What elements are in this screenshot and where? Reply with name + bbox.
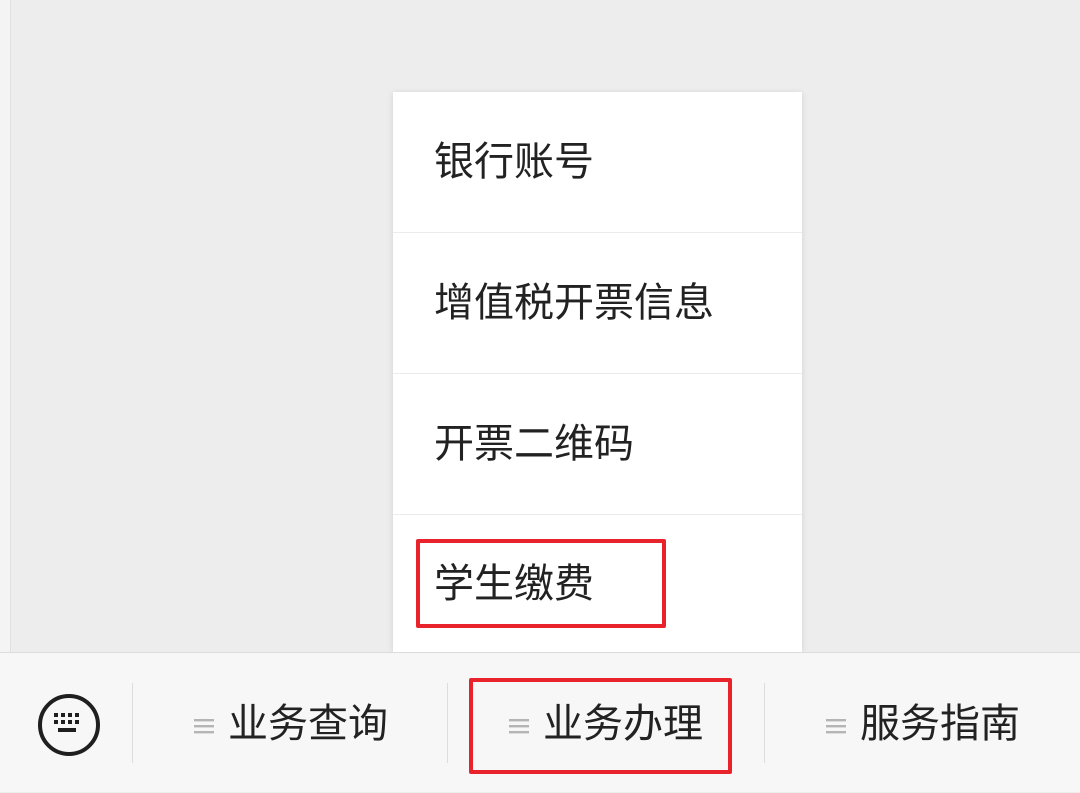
keyboard-icon — [54, 713, 79, 732]
bottom-menu-bar: 业务查询 业务办理 服务指南 — [0, 652, 1080, 792]
menu-item-label: 银行账号 — [434, 139, 594, 185]
tab-divider — [764, 683, 765, 763]
left-edge — [0, 0, 11, 652]
tab-label: 服务指南 — [860, 701, 1020, 747]
menu-item-label: 增值税开票信息 — [434, 280, 714, 326]
menu-item-bank-account[interactable]: 银行账号 — [393, 92, 802, 233]
tab-label: 业务办理 — [543, 701, 703, 747]
keyboard-toggle-button[interactable] — [38, 694, 100, 756]
menu-lines-icon — [509, 719, 529, 734]
menu-item-student-payment[interactable]: 学生缴费 — [393, 515, 802, 652]
menu-lines-icon — [194, 719, 214, 734]
tab-service-guide[interactable]: 服务指南 — [766, 653, 1080, 793]
submenu-popup: 银行账号 增值税开票信息 开票二维码 学生缴费 — [393, 92, 802, 652]
menu-lines-icon — [826, 719, 846, 734]
tab-business-query[interactable]: 业务查询 — [134, 653, 447, 793]
menu-item-invoice-qr-code[interactable]: 开票二维码 — [393, 374, 802, 515]
menu-item-label: 开票二维码 — [434, 421, 634, 467]
menu-item-vat-invoice-info[interactable]: 增值税开票信息 — [393, 233, 802, 374]
tab-divider — [132, 683, 133, 763]
tab-divider — [447, 683, 448, 763]
menu-item-label: 学生缴费 — [434, 560, 594, 607]
tab-label: 业务查询 — [228, 701, 388, 747]
tab-business-handling[interactable]: 业务办理 — [449, 653, 763, 793]
